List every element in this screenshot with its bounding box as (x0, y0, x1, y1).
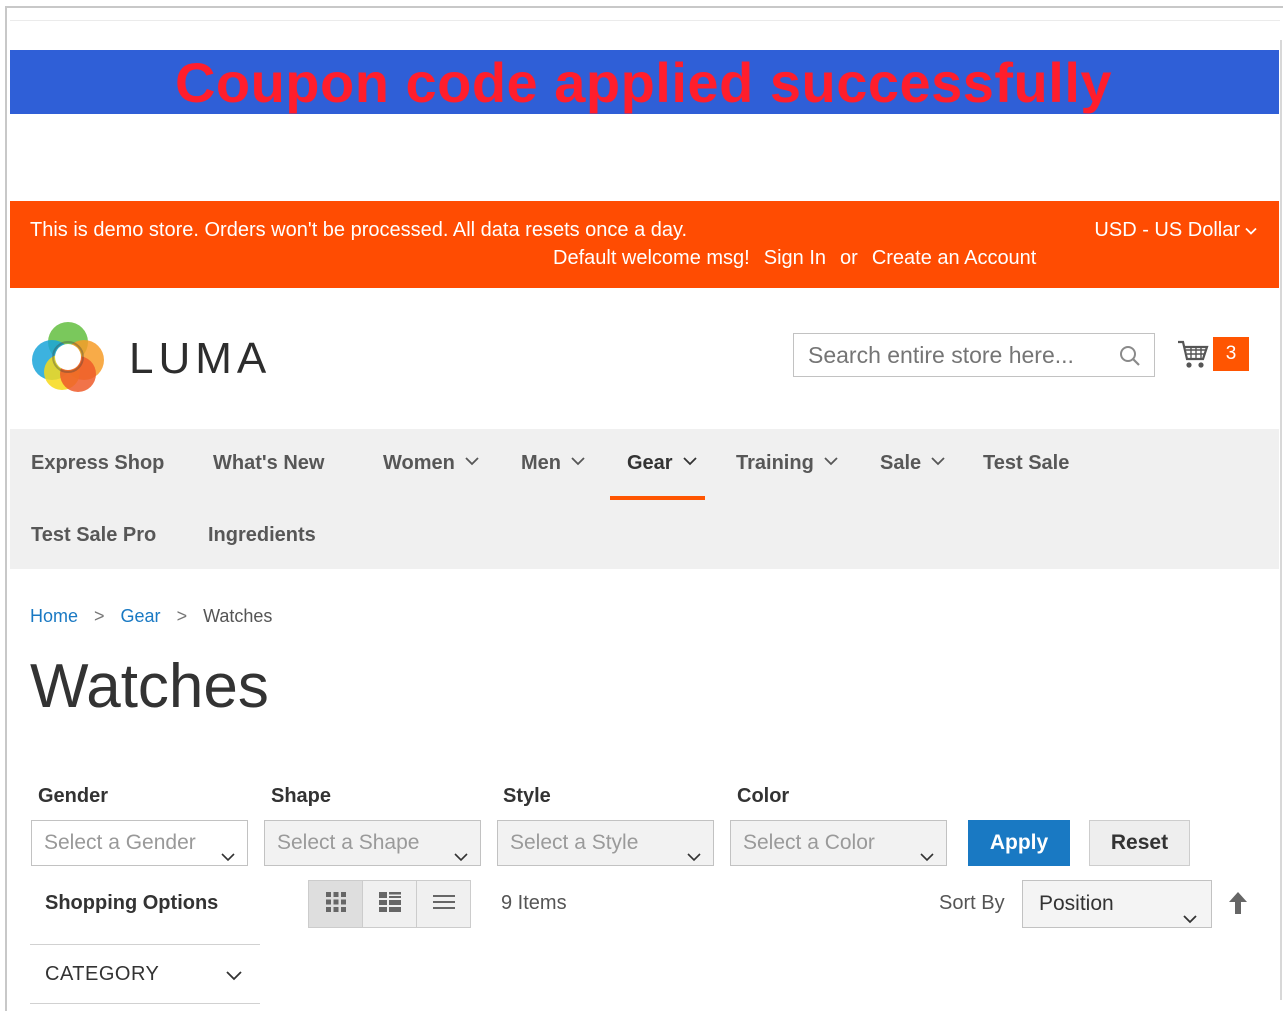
style-select[interactable]: Select a Style (497, 820, 714, 866)
currency-switcher[interactable]: USD - US Dollar (1094, 219, 1257, 242)
nav-item-express-shop[interactable]: Express Shop (31, 452, 164, 475)
breadcrumb-separator: > (176, 606, 188, 626)
grid-icon (325, 891, 347, 918)
welcome-message: Default welcome msg! (553, 247, 750, 269)
gender-filter-label: Gender (38, 785, 109, 807)
search-input[interactable] (793, 333, 1155, 377)
chevron-down-icon (570, 452, 586, 475)
luma-logo-icon[interactable] (30, 320, 106, 394)
nav-label: What's New (213, 452, 325, 474)
sign-in-link[interactable]: Sign In (764, 247, 826, 270)
demo-notice: This is demo store. Orders won't be proc… (30, 219, 688, 241)
shape-select-value: Select a Shape (277, 831, 420, 854)
gender-select[interactable]: Select a Gender (31, 820, 248, 866)
top-divider (10, 20, 1280, 21)
shopping-options-title: Shopping Options (45, 892, 219, 914)
chevron-down-icon (682, 452, 698, 475)
arrow-up-icon[interactable] (1227, 891, 1249, 915)
items-count: 9 Items (501, 892, 567, 914)
nav-item-gear[interactable]: Gear (627, 452, 698, 475)
currency-label: USD - US Dollar (1094, 219, 1240, 241)
nav-label: Express Shop (31, 452, 165, 474)
nav-item-whats-new[interactable]: What's New (213, 452, 324, 475)
nav-label: Test Sale (983, 452, 1070, 474)
nav-item-ingredients[interactable]: Ingredients (208, 524, 316, 547)
category-label: CATEGORY (45, 963, 160, 985)
nav-item-men[interactable]: Men (521, 452, 586, 475)
chevron-down-icon (920, 836, 934, 862)
chevron-down-icon (687, 836, 701, 862)
nav-item-training[interactable]: Training (736, 452, 839, 475)
chevron-down-icon (930, 452, 946, 475)
chevron-down-icon (226, 967, 242, 983)
brand-name[interactable]: LUMA (129, 334, 271, 384)
or-text: or (840, 247, 858, 269)
breadcrumb: Home > Gear > Watches (30, 606, 272, 627)
chevron-down-icon (464, 452, 480, 475)
nav-label: Men (521, 452, 561, 474)
header-panel: This is demo store. Orders won't be proc… (10, 201, 1279, 288)
nav-label: Sale (880, 452, 922, 474)
list-view-button[interactable] (417, 881, 470, 927)
chevron-down-icon (1245, 225, 1257, 237)
apply-button[interactable]: Apply (968, 820, 1070, 866)
color-select[interactable]: Select a Color (730, 820, 947, 866)
nav-label: Women (383, 452, 455, 474)
cart-icon[interactable] (1176, 337, 1210, 371)
view-mode-switcher (308, 880, 471, 928)
breadcrumb-gear-link[interactable]: Gear (121, 606, 161, 627)
gender-select-value: Select a Gender (44, 831, 196, 854)
page-title: Watches (30, 652, 269, 721)
coupon-message: Coupon code applied successfully (174, 51, 1113, 114)
nav-label: Training (736, 452, 814, 474)
nav-item-test-sale[interactable]: Test Sale (983, 452, 1069, 475)
list-grid-icon (378, 891, 402, 918)
reset-button[interactable]: Reset (1089, 820, 1190, 866)
chevron-down-icon (454, 836, 468, 862)
shape-select[interactable]: Select a Shape (264, 820, 481, 866)
create-account-link[interactable]: Create an Account (872, 247, 1037, 270)
nav-item-test-sale-pro[interactable]: Test Sale Pro (31, 524, 156, 547)
style-filter-label: Style (503, 785, 551, 807)
breadcrumb-home-link[interactable]: Home (30, 606, 78, 627)
style-select-value: Select a Style (510, 831, 639, 854)
sort-by-label: Sort By (939, 892, 1005, 914)
nav-label: Test Sale Pro (31, 524, 157, 546)
cart-count-badge[interactable]: 3 (1213, 337, 1249, 371)
active-nav-indicator (610, 496, 705, 500)
scrollbar-track[interactable] (1280, 40, 1282, 1000)
nav-label: Ingredients (208, 524, 316, 546)
sort-by-value: Position (1039, 892, 1114, 915)
header-links: Default welcome msg! Sign In or Create a… (553, 247, 1036, 270)
chevron-down-icon (1183, 897, 1197, 924)
tiles-view-button[interactable] (363, 881, 417, 927)
nav-item-sale[interactable]: Sale (880, 452, 946, 475)
search-icon[interactable] (1118, 344, 1142, 368)
nav-item-women[interactable]: Women (383, 452, 480, 475)
color-filter-label: Color (737, 785, 790, 807)
shape-filter-label: Shape (271, 785, 332, 807)
breadcrumb-current: Watches (203, 606, 273, 626)
sort-by-select[interactable]: Position (1022, 880, 1212, 928)
list-icon (432, 892, 456, 917)
breadcrumb-separator: > (94, 606, 105, 626)
color-select-value: Select a Color (743, 831, 875, 854)
chevron-down-icon (823, 452, 839, 475)
chevron-down-icon (221, 836, 235, 862)
nav-label: Gear (627, 452, 673, 474)
grid-view-button[interactable] (309, 881, 363, 927)
category-filter-toggle[interactable]: CATEGORY (30, 944, 260, 1004)
